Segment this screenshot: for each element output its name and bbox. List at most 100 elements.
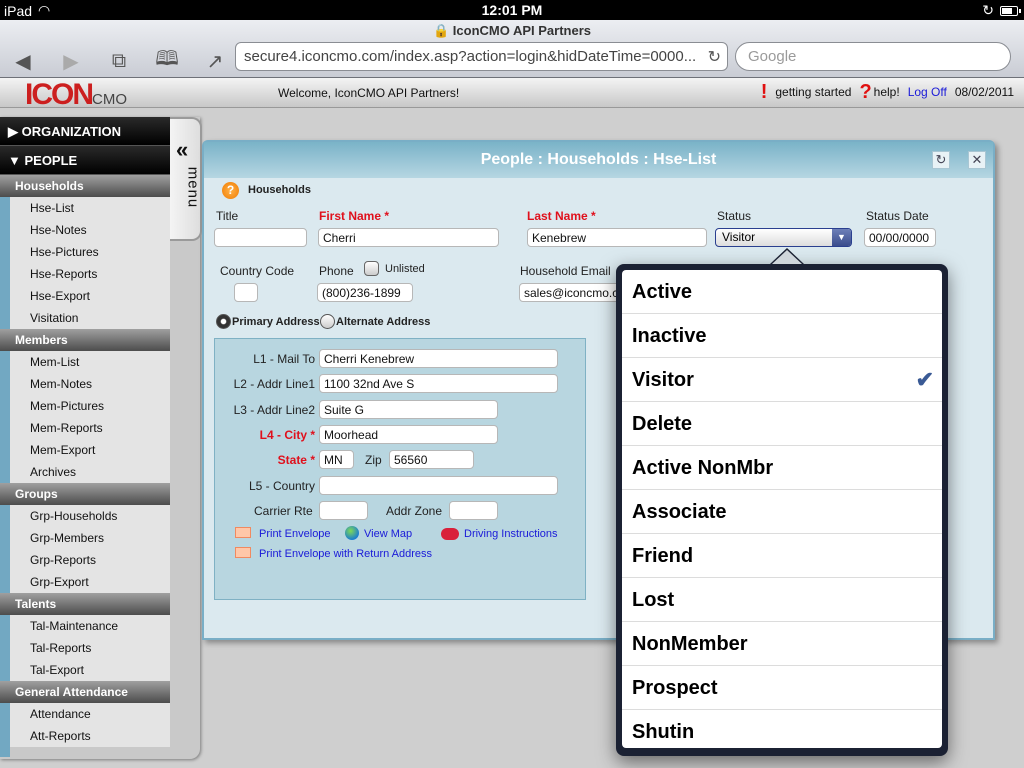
status-option-delete[interactable]: Delete [622,402,942,446]
status-option-friend[interactable]: Friend [622,534,942,578]
phone-label: Phone [319,264,354,278]
close-icon[interactable]: ✕ [968,151,986,169]
status-date-label: Status Date [866,209,929,223]
country-input[interactable] [319,476,558,495]
sidebar-item-grp-reports[interactable]: Grp-Reports [10,549,170,571]
l2-label: L2 - Addr Line1 [233,377,315,391]
sidebar-section-general-attendance[interactable]: General Attendance [0,681,170,703]
sidebar-item-tal-maintenance[interactable]: Tal-Maintenance [10,615,170,637]
unlisted-phone-checkbox[interactable] [364,261,379,276]
tabs-icon[interactable]: ⧉ [106,50,132,73]
sidebar-item-archives[interactable]: Archives [10,461,170,483]
driving-instructions-link[interactable]: Driving Instructions [464,528,558,540]
phone-input[interactable]: (800)236-1899 [317,283,413,302]
sidebar-section-groups[interactable]: Groups [0,483,170,505]
mail-to-input[interactable]: Cherri Kenebrew [319,349,558,368]
sidebar-item-attendance[interactable]: Attendance [10,703,170,725]
status-option-visitor[interactable]: Visitor ✔ [622,358,942,402]
sidebar-item-grp-members[interactable]: Grp-Members [10,527,170,549]
reload-icon[interactable]: ↻ [708,47,721,67]
iconcmo-logo[interactable]: ICONCMO [25,78,127,112]
sidebar-item-hse-export[interactable]: Hse-Export [10,285,170,307]
status-option-lost[interactable]: Lost [622,578,942,622]
status-option-list: Active Inactive Visitor ✔ Delete Active N… [622,270,942,748]
sidebar-item-hse-notes[interactable]: Hse-Notes [10,219,170,241]
envelope-icon [235,547,251,558]
city-label: L4 - City * [259,428,315,442]
sidebar-item-mem-reports[interactable]: Mem-Reports [10,417,170,439]
addr-line1-input[interactable]: 1100 32nd Ave S [319,374,558,393]
search-field[interactable]: Google [735,42,1011,71]
carrier-rte-input[interactable] [319,501,368,520]
sidebar-section-members[interactable]: Members [0,329,170,351]
sidebar-item-mem-notes[interactable]: Mem-Notes [10,373,170,395]
print-envelope-link[interactable]: Print Envelope [259,528,331,540]
rotation-lock-icon: ↻ [982,2,994,18]
state-input[interactable]: MN [319,450,354,469]
sidebar-item-mem-export[interactable]: Mem-Export [10,439,170,461]
sidebar-item-visitation[interactable]: Visitation [10,307,170,329]
household-email-label: Household Email [520,264,611,278]
forward-icon[interactable]: ▶ [58,49,84,74]
share-icon[interactable]: ↗ [202,49,228,74]
carrier-rte-label: Carrier Rte [254,504,313,518]
first-name-input[interactable]: Cherri [318,228,499,247]
getting-started-link[interactable]: getting started [775,85,851,99]
zip-label: Zip [365,453,382,467]
car-icon [441,528,459,540]
status-option-nonmember[interactable]: NonMember [622,622,942,666]
last-name-input[interactable]: Kenebrew [527,228,707,247]
status-select[interactable]: Visitor ▼ [715,228,852,247]
status-option-shutin[interactable]: Shutin [622,710,942,748]
sidebar-organization[interactable]: ▶ ORGANIZATION [0,117,170,146]
sidebar-section-households[interactable]: Households [0,175,170,197]
state-label: State * [277,453,315,467]
addr-zone-input[interactable] [449,501,498,520]
print-envelope-return-link[interactable]: Print Envelope with Return Address [259,548,432,560]
browser-toolbar: 🔒 IconCMO API Partners ◀ ▶ ⧉ 🕮 ↗ secure4… [0,20,1024,78]
view-map-link[interactable]: View Map [364,528,412,540]
status-option-inactive[interactable]: Inactive [622,314,942,358]
help-icon[interactable]: ? [222,182,239,199]
logoff-link[interactable]: Log Off [908,85,947,99]
popover-arrow [770,248,804,264]
country-code-input[interactable] [234,283,258,302]
sidebar-item-tal-reports[interactable]: Tal-Reports [10,637,170,659]
first-name-label: First Name * [319,209,390,223]
title-input[interactable] [214,228,307,247]
zip-input[interactable]: 56560 [389,450,474,469]
addr-line2-input[interactable]: Suite G [319,400,498,419]
sidebar-item-att-reports[interactable]: Att-Reports [10,725,170,747]
status-option-active-nonmbr[interactable]: Active NonMbr [622,446,942,490]
browser-title: 🔒 IconCMO API Partners [432,23,592,38]
sidebar-section-talents[interactable]: Talents [0,593,170,615]
sidebar-item-hse-list[interactable]: Hse-List [10,197,170,219]
sidebar-item-hse-reports[interactable]: Hse-Reports [10,263,170,285]
alternate-address-radio[interactable] [320,314,335,329]
addr-zone-label: Addr Zone [386,504,443,518]
back-icon[interactable]: ◀ [10,49,36,74]
url-field[interactable]: secure4.iconcmo.com/index.asp?action=log… [235,42,728,71]
sidebar-item-mem-pictures[interactable]: Mem-Pictures [10,395,170,417]
sidebar-item-grp-households[interactable]: Grp-Households [10,505,170,527]
sidebar-item-tal-export[interactable]: Tal-Export [10,659,170,681]
sidebar-item-hse-pictures[interactable]: Hse-Pictures [10,241,170,263]
refresh-icon[interactable]: ↻ [932,151,950,169]
status-date-input[interactable]: 00/00/0000 [864,228,936,247]
ios-status-bar: iPad ◠ 12:01 PM ↻ [0,0,1024,20]
url-text: secure4.iconcmo.com/index.asp?action=log… [244,48,697,65]
household-email-input[interactable]: sales@iconcmo.com [519,283,629,302]
help-link[interactable]: help! [874,85,900,99]
sidebar-item-mem-list[interactable]: Mem-List [10,351,170,373]
menu-toggle-tab[interactable]: « menu [170,117,202,241]
unlisted-phone-label: Unlisted [385,263,425,275]
l1-label: L1 - Mail To [253,352,315,366]
sidebar-people[interactable]: ▼ PEOPLE [0,146,170,175]
bookmarks-icon[interactable]: 🕮 [154,44,180,78]
status-option-prospect[interactable]: Prospect [622,666,942,710]
status-option-associate[interactable]: Associate [622,490,942,534]
sidebar-item-grp-export[interactable]: Grp-Export [10,571,170,593]
city-input[interactable]: Moorhead [319,425,498,444]
primary-address-radio[interactable] [216,314,231,329]
status-option-active[interactable]: Active [622,270,942,314]
